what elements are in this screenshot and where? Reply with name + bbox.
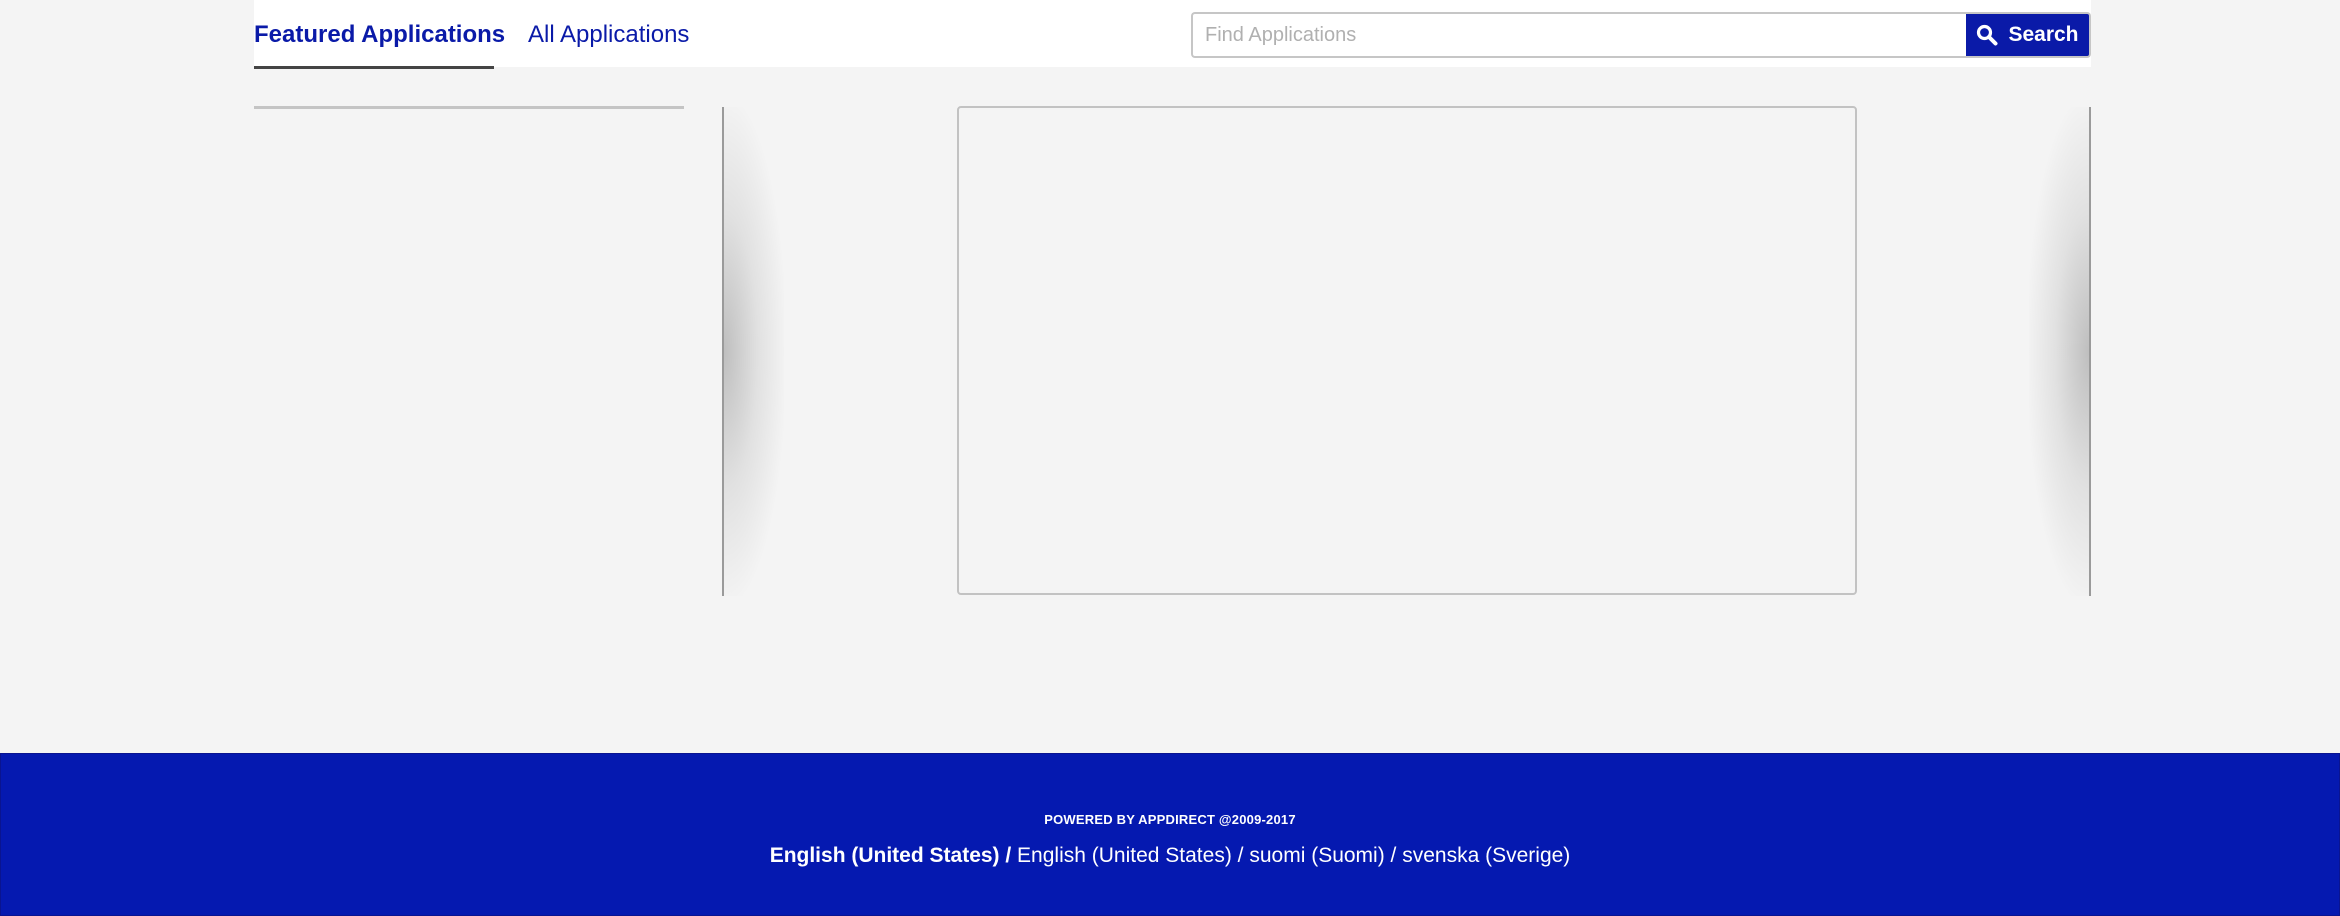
language-link-svenska[interactable]: svenska (Sverige) bbox=[1402, 844, 1570, 867]
language-link-english[interactable]: English (United States) bbox=[1017, 844, 1232, 867]
language-separator: / bbox=[1231, 844, 1250, 867]
search-icon bbox=[1976, 24, 1998, 46]
search-button[interactable]: Search bbox=[1966, 12, 2091, 58]
active-tab-indicator bbox=[254, 66, 494, 69]
current-language: English (United States) / bbox=[769, 844, 1018, 867]
search-input[interactable] bbox=[1191, 12, 1969, 58]
carousel-right-shadow bbox=[2029, 107, 2089, 596]
footer: POWERED BY APPDIRECT @2009-2017 English … bbox=[0, 753, 2340, 916]
powered-by-text: POWERED BY APPDIRECT @2009-2017 bbox=[1044, 812, 1296, 827]
tab-featured-applications-label: Featured Applications bbox=[254, 21, 506, 48]
language-link-suomi[interactable]: suomi (Suomi) bbox=[1249, 844, 1384, 867]
language-separator: / bbox=[1384, 844, 1403, 867]
tab-featured-applications[interactable]: Featured Applications bbox=[254, 0, 505, 69]
carousel-left-edge[interactable] bbox=[722, 107, 724, 596]
tab-all-applications[interactable]: All Applications bbox=[528, 0, 689, 67]
search-button-label: Search bbox=[2008, 23, 2079, 46]
carousel-left-shadow bbox=[724, 107, 784, 596]
header: Featured Applications All Applications S… bbox=[254, 0, 2091, 69]
category-panel bbox=[254, 106, 684, 109]
carousel-right-edge[interactable] bbox=[2089, 107, 2091, 596]
featured-app-frame[interactable] bbox=[957, 106, 1857, 595]
tab-all-applications-label: All Applications bbox=[528, 21, 690, 48]
language-selector: English (United States) / English (Unite… bbox=[1, 844, 2339, 868]
